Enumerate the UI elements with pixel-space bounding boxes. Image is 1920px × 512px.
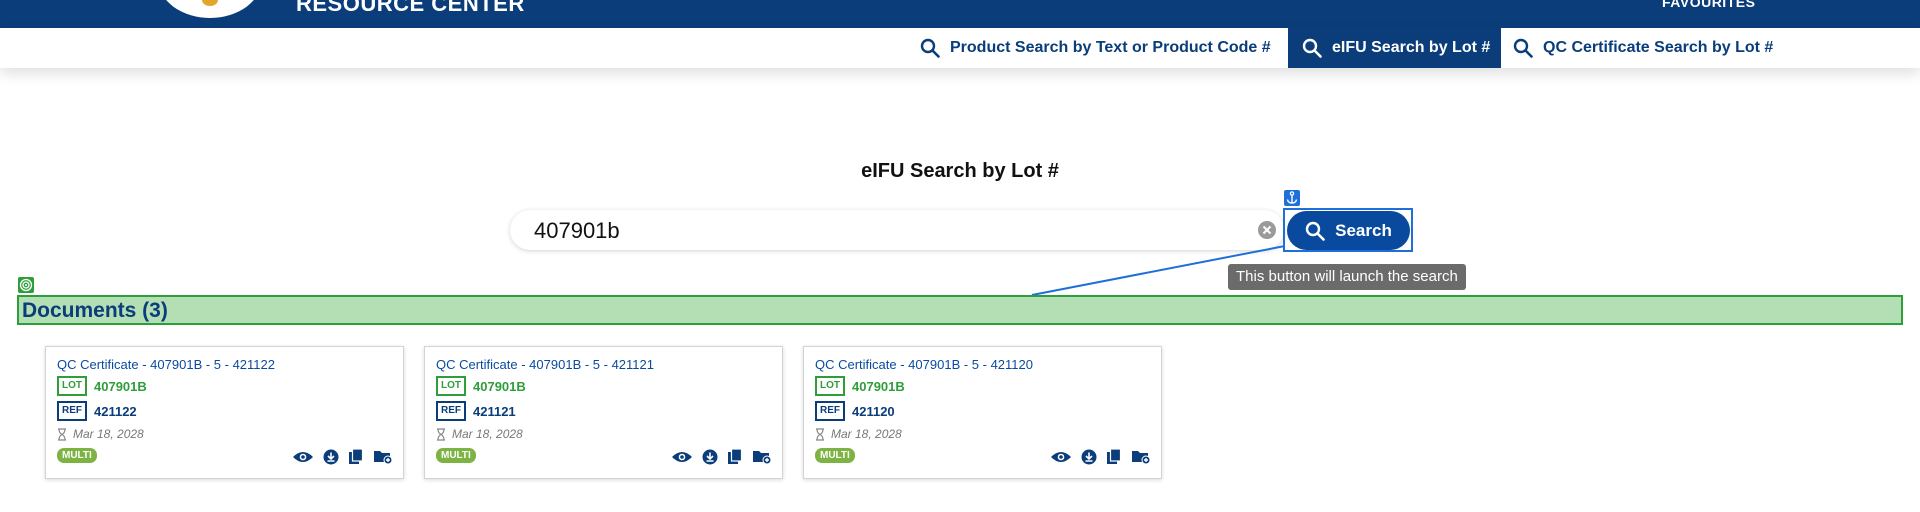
search-icon: [920, 38, 940, 58]
card-actions: [283, 448, 393, 470]
ref-value: 421120: [852, 403, 895, 419]
copy-icon[interactable]: [348, 448, 364, 470]
tab-product-search[interactable]: Product Search by Text or Product Code #: [920, 28, 1271, 68]
search-icon: [1513, 38, 1533, 58]
multi-tag: MULTI: [436, 448, 476, 463]
logo[interactable]: [158, 0, 262, 18]
expiry-date: Mar 18, 2028: [73, 427, 144, 441]
ref-badge: REF: [815, 401, 845, 421]
clear-icon[interactable]: [1258, 221, 1276, 239]
document-title-link[interactable]: QC Certificate - 407901B - 5 - 421120: [815, 357, 1033, 372]
expiry-date: Mar 18, 2028: [831, 427, 902, 441]
document-title-link[interactable]: QC Certificate - 407901B - 5 - 421121: [436, 357, 654, 372]
card-actions: [662, 448, 772, 470]
download-icon[interactable]: [1081, 449, 1097, 470]
folder-add-icon[interactable]: [373, 448, 393, 470]
multi-tag: MULTI: [815, 448, 855, 463]
top-header-bar: RESOURCE CENTER FAVOURITES: [0, 0, 1920, 28]
card-actions: [1041, 448, 1151, 470]
multi-tag: MULTI: [57, 448, 97, 463]
favourites-link[interactable]: FAVOURITES: [1662, 0, 1755, 10]
tab-eifu-search[interactable]: eIFU Search by Lot #: [1288, 28, 1501, 68]
lot-badge: LOT: [815, 376, 845, 396]
documents-header: Documents (3): [17, 295, 1903, 325]
target-icon: [18, 277, 34, 293]
tab-label: QC Certificate Search by Lot #: [1543, 39, 1774, 56]
search-button-label: Search: [1335, 220, 1392, 240]
search-tabs-bar: Product Search by Text or Product Code #…: [0, 28, 1920, 68]
lot-value: 407901B: [473, 378, 526, 394]
search-tooltip: This button will launch the search: [1228, 264, 1466, 290]
document-card: QC Certificate - 407901B - 5 - 421122 LO…: [45, 346, 404, 479]
download-icon[interactable]: [323, 449, 339, 470]
tab-qc-certificate-search[interactable]: QC Certificate Search by Lot #: [1513, 28, 1773, 68]
eye-icon[interactable]: [671, 449, 693, 470]
hourglass-icon: [816, 427, 824, 441]
brand-text: RESOURCE CENTER: [296, 0, 525, 16]
lot-search-input[interactable]: [532, 210, 1216, 252]
lot-value: 407901B: [94, 378, 147, 394]
download-icon[interactable]: [702, 449, 718, 470]
ref-value: 421122: [94, 403, 137, 419]
folder-add-icon[interactable]: [752, 448, 772, 470]
document-title-link[interactable]: QC Certificate - 407901B - 5 - 421122: [57, 357, 275, 372]
lot-badge: LOT: [436, 376, 466, 396]
search-icon: [1302, 38, 1322, 58]
folder-add-icon[interactable]: [1131, 448, 1151, 470]
hourglass-icon: [58, 427, 66, 441]
anchor-icon: [1284, 190, 1300, 206]
ref-badge: REF: [57, 401, 87, 421]
documents-count-title: Documents (3): [22, 299, 168, 322]
tab-label: Product Search by Text or Product Code #: [950, 39, 1271, 56]
logo-mark: [202, 0, 218, 6]
ref-value: 421121: [473, 403, 516, 419]
eye-icon[interactable]: [292, 449, 314, 470]
ref-badge: REF: [436, 401, 466, 421]
search-icon: [1305, 221, 1325, 241]
expiry-date: Mar 18, 2028: [452, 427, 523, 441]
lot-value: 407901B: [852, 378, 905, 394]
document-card: QC Certificate - 407901B - 5 - 421120 LO…: [803, 346, 1162, 479]
lot-badge: LOT: [57, 376, 87, 396]
eye-icon[interactable]: [1050, 449, 1072, 470]
document-card: QC Certificate - 407901B - 5 - 421121 LO…: [424, 346, 783, 479]
copy-icon[interactable]: [1106, 448, 1122, 470]
page-title: eIFU Search by Lot #: [861, 160, 1059, 182]
copy-icon[interactable]: [727, 448, 743, 470]
tab-label: eIFU Search by Lot #: [1332, 39, 1491, 56]
hourglass-icon: [437, 427, 445, 441]
search-button[interactable]: Search: [1287, 211, 1410, 250]
search-field: [510, 210, 1284, 252]
